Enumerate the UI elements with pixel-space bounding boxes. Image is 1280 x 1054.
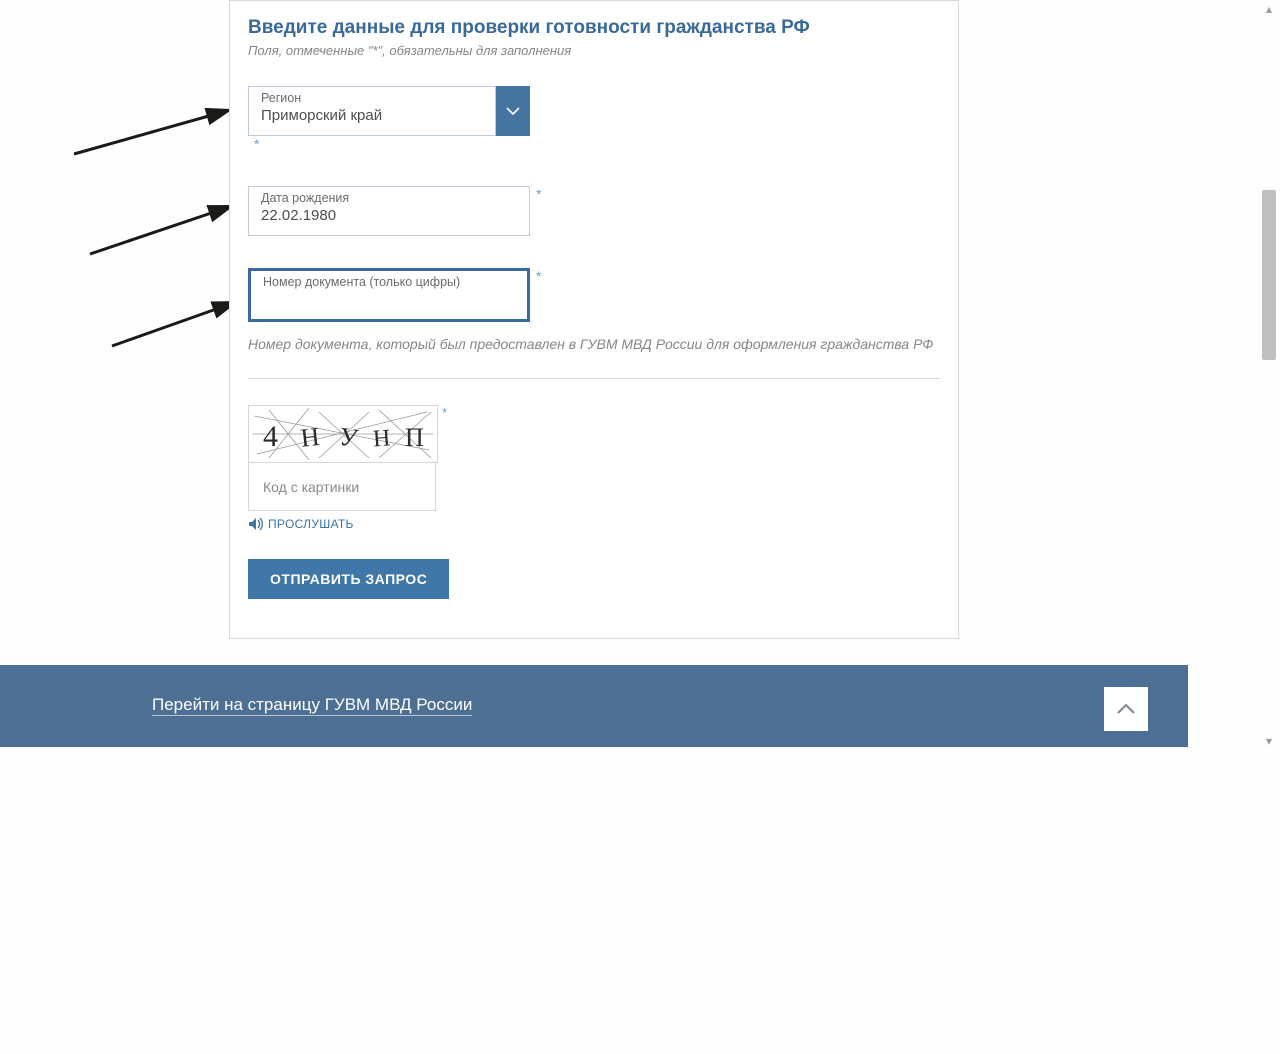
captcha-image: 4 Н У Н П [248,405,438,463]
region-dropdown-button[interactable] [496,86,530,136]
captcha-placeholder: Код с картинки [263,479,359,495]
separator [248,378,940,379]
annotation-arrow-1 [70,100,250,165]
required-star: * [254,136,259,152]
chevron-down-icon [506,106,520,116]
doc-label: Номер документа (только цифры) [263,275,515,289]
dob-field-row: Дата рождения 22.02.1980 * [248,186,940,236]
svg-text:4: 4 [263,420,278,453]
svg-text:Н: Н [299,422,321,453]
listen-label: ПРОСЛУШАТЬ [268,517,354,531]
captcha-listen-link[interactable]: ПРОСЛУШАТЬ [248,517,940,531]
captcha-block: 4 Н У Н П * Код с картинки ПРОСЛУШАТЬ [248,405,940,531]
dob-input[interactable]: Дата рождения 22.02.1980 [248,186,530,236]
footer-link[interactable]: Перейти на страницу ГУВМ МВД России [152,695,472,716]
region-label: Регион [261,91,495,105]
annotation-arrow-2 [86,200,246,265]
form-card: Введите данные для проверки готовности г… [229,0,959,639]
region-select[interactable]: Регион Приморский край [248,86,496,136]
chevron-up-icon [1116,702,1136,716]
region-field-row: Регион Приморский край * [248,86,940,154]
required-hint: Поля, отмеченные "*", обязательны для за… [248,43,940,58]
scroll-up-arrow[interactable]: ▴ [1262,2,1276,16]
scroll-down-arrow[interactable]: ▾ [1262,734,1276,748]
submit-button[interactable]: ОТПРАВИТЬ ЗАПРОС [248,559,449,599]
svg-text:У: У [337,422,360,453]
footer: Перейти на страницу ГУВМ МВД России [0,665,1188,747]
region-value: Приморский край [261,107,495,124]
document-number-input[interactable]: Номер документа (только цифры) [248,268,530,322]
required-star: * [536,268,541,322]
form-title: Введите данные для проверки готовности г… [248,17,940,39]
scroll-to-top-button[interactable] [1104,687,1148,731]
doc-field-row: Номер документа (только цифры) * Номер д… [248,268,940,352]
speaker-icon [248,517,264,531]
svg-text:Н: Н [372,425,391,452]
required-star: * [442,405,447,420]
svg-text:П: П [405,423,424,452]
doc-hint: Номер документа, который был предоставле… [248,336,940,352]
required-star: * [536,186,541,236]
annotation-arrow-3 [108,296,248,356]
dob-label: Дата рождения [261,191,517,205]
captcha-input[interactable]: Код с картинки [248,463,436,511]
dob-value: 22.02.1980 [261,207,517,224]
scrollbar-thumb[interactable] [1262,190,1276,360]
